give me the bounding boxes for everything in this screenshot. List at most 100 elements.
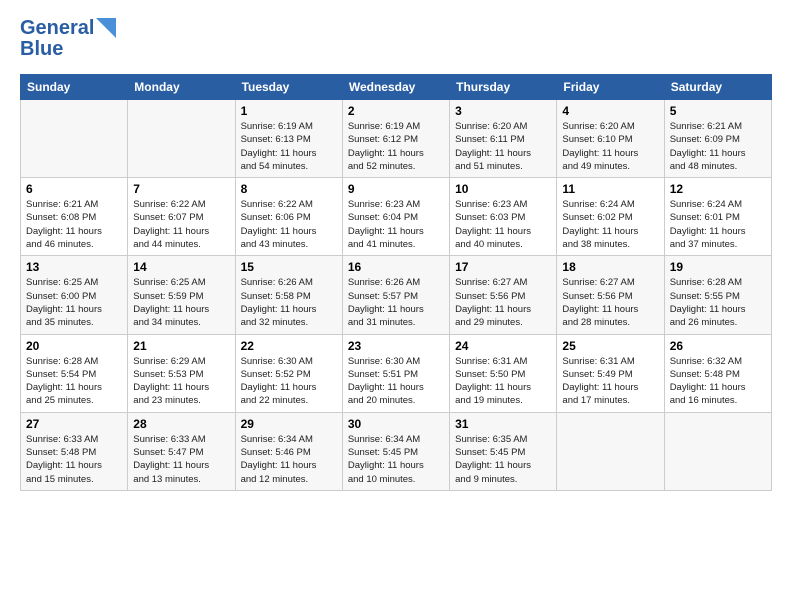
day-number: 29	[241, 417, 337, 431]
weekday-header-thursday: Thursday	[450, 75, 557, 100]
day-info: Sunrise: 6:35 AM Sunset: 5:45 PM Dayligh…	[455, 433, 551, 486]
day-info: Sunrise: 6:34 AM Sunset: 5:46 PM Dayligh…	[241, 433, 337, 486]
day-number: 3	[455, 104, 551, 118]
logo-arrow-icon	[96, 18, 116, 43]
day-number: 1	[241, 104, 337, 118]
calendar-cell: 14Sunrise: 6:25 AM Sunset: 5:59 PM Dayli…	[128, 256, 235, 334]
calendar-cell: 19Sunrise: 6:28 AM Sunset: 5:55 PM Dayli…	[664, 256, 771, 334]
day-info: Sunrise: 6:25 AM Sunset: 6:00 PM Dayligh…	[26, 276, 122, 329]
calendar-cell: 23 Sunrise: 6:30 AM Sunset: 5:51 PM Dayli…	[342, 334, 449, 412]
calendar-cell: 3 Sunrise: 6:20 AM Sunset: 6:11 PM Daylig…	[450, 100, 557, 178]
day-number: 20	[26, 339, 122, 353]
page: General Blue SundayMondayTuesdayWednesda…	[0, 0, 792, 612]
day-info: Sunrise: 6:19 AM Sunset: 6:12 PM Dayligh…	[348, 120, 444, 173]
calendar-cell: 18 Sunrise: 6:27 AM Sunset: 5:56 PM Dayli…	[557, 256, 664, 334]
day-info: Sunrise: 6:19 AM Sunset: 6:13 PM Dayligh…	[241, 120, 337, 173]
calendar-cell: 7Sunrise: 6:22 AM Sunset: 6:07 PM Daylig…	[128, 178, 235, 256]
day-number: 10	[455, 182, 551, 196]
day-number: 28	[133, 417, 229, 431]
day-info: Sunrise: 6:34 AM Sunset: 5:45 PM Dayligh…	[348, 433, 444, 486]
calendar-week-1: 1 Sunrise: 6:19 AM Sunset: 6:13 PM Daylig…	[21, 100, 772, 178]
day-info: Sunrise: 6:23 AM Sunset: 6:03 PM Dayligh…	[455, 198, 551, 251]
calendar-cell: 22 Sunrise: 6:30 AM Sunset: 5:52 PM Dayli…	[235, 334, 342, 412]
calendar-cell: 28 Sunrise: 6:33 AM Sunset: 5:47 PM Dayli…	[128, 412, 235, 490]
calendar-week-4: 20 Sunrise: 6:28 AM Sunset: 5:54 PM Dayli…	[21, 334, 772, 412]
logo: General Blue	[20, 18, 116, 60]
day-number: 4	[562, 104, 658, 118]
day-info: Sunrise: 6:21 AM Sunset: 6:08 PM Dayligh…	[26, 198, 122, 251]
weekday-header-friday: Friday	[557, 75, 664, 100]
weekday-header-monday: Monday	[128, 75, 235, 100]
calendar-cell: 6 Sunrise: 6:21 AM Sunset: 6:08 PM Daylig…	[21, 178, 128, 256]
day-info: Sunrise: 6:32 AM Sunset: 5:48 PM Dayligh…	[670, 355, 766, 408]
day-number: 22	[241, 339, 337, 353]
calendar-cell: 31 Sunrise: 6:35 AM Sunset: 5:45 PM Dayli…	[450, 412, 557, 490]
day-info: Sunrise: 6:33 AM Sunset: 5:48 PM Dayligh…	[26, 433, 122, 486]
weekday-header-row: SundayMondayTuesdayWednesdayThursdayFrid…	[21, 75, 772, 100]
weekday-header-saturday: Saturday	[664, 75, 771, 100]
day-number: 31	[455, 417, 551, 431]
day-info: Sunrise: 6:24 AM Sunset: 6:02 PM Dayligh…	[562, 198, 658, 251]
calendar-cell: 30 Sunrise: 6:34 AM Sunset: 5:45 PM Dayli…	[342, 412, 449, 490]
day-info: Sunrise: 6:30 AM Sunset: 5:51 PM Dayligh…	[348, 355, 444, 408]
day-number: 26	[670, 339, 766, 353]
day-number: 27	[26, 417, 122, 431]
calendar-cell: 17 Sunrise: 6:27 AM Sunset: 5:56 PM Dayli…	[450, 256, 557, 334]
day-info: Sunrise: 6:24 AM Sunset: 6:01 PM Dayligh…	[670, 198, 766, 251]
weekday-header-tuesday: Tuesday	[235, 75, 342, 100]
weekday-header-sunday: Sunday	[21, 75, 128, 100]
calendar-cell: 13 Sunrise: 6:25 AM Sunset: 6:00 PM Dayli…	[21, 256, 128, 334]
calendar-cell: 27 Sunrise: 6:33 AM Sunset: 5:48 PM Dayli…	[21, 412, 128, 490]
calendar-table: SundayMondayTuesdayWednesdayThursdayFrid…	[20, 74, 772, 491]
day-info: Sunrise: 6:28 AM Sunset: 5:54 PM Dayligh…	[26, 355, 122, 408]
day-number: 6	[26, 182, 122, 196]
calendar-cell: 4 Sunrise: 6:20 AM Sunset: 6:10 PM Daylig…	[557, 100, 664, 178]
calendar-cell: 25Sunrise: 6:31 AM Sunset: 5:49 PM Dayli…	[557, 334, 664, 412]
day-number: 23	[348, 339, 444, 353]
day-info: Sunrise: 6:26 AM Sunset: 5:57 PM Dayligh…	[348, 276, 444, 329]
day-info: Sunrise: 6:27 AM Sunset: 5:56 PM Dayligh…	[562, 276, 658, 329]
day-info: Sunrise: 6:22 AM Sunset: 6:07 PM Dayligh…	[133, 198, 229, 251]
day-info: Sunrise: 6:31 AM Sunset: 5:50 PM Dayligh…	[455, 355, 551, 408]
day-info: Sunrise: 6:20 AM Sunset: 6:10 PM Dayligh…	[562, 120, 658, 173]
day-number: 21	[133, 339, 229, 353]
calendar-cell	[21, 100, 128, 178]
calendar-cell: 2Sunrise: 6:19 AM Sunset: 6:12 PM Daylig…	[342, 100, 449, 178]
weekday-header-wednesday: Wednesday	[342, 75, 449, 100]
day-number: 15	[241, 260, 337, 274]
day-number: 9	[348, 182, 444, 196]
day-number: 16	[348, 260, 444, 274]
calendar-cell: 26 Sunrise: 6:32 AM Sunset: 5:48 PM Dayli…	[664, 334, 771, 412]
day-number: 17	[455, 260, 551, 274]
day-info: Sunrise: 6:22 AM Sunset: 6:06 PM Dayligh…	[241, 198, 337, 251]
day-number: 14	[133, 260, 229, 274]
calendar-cell	[557, 412, 664, 490]
calendar-cell: 24Sunrise: 6:31 AM Sunset: 5:50 PM Dayli…	[450, 334, 557, 412]
day-number: 5	[670, 104, 766, 118]
calendar-cell: 8 Sunrise: 6:22 AM Sunset: 6:06 PM Daylig…	[235, 178, 342, 256]
day-info: Sunrise: 6:33 AM Sunset: 5:47 PM Dayligh…	[133, 433, 229, 486]
calendar-cell: 15Sunrise: 6:26 AM Sunset: 5:58 PM Dayli…	[235, 256, 342, 334]
calendar-cell: 29 Sunrise: 6:34 AM Sunset: 5:46 PM Dayli…	[235, 412, 342, 490]
calendar-cell	[664, 412, 771, 490]
day-number: 13	[26, 260, 122, 274]
calendar-cell: 20 Sunrise: 6:28 AM Sunset: 5:54 PM Dayli…	[21, 334, 128, 412]
calendar-week-2: 6 Sunrise: 6:21 AM Sunset: 6:08 PM Daylig…	[21, 178, 772, 256]
day-info: Sunrise: 6:20 AM Sunset: 6:11 PM Dayligh…	[455, 120, 551, 173]
day-info: Sunrise: 6:23 AM Sunset: 6:04 PM Dayligh…	[348, 198, 444, 251]
calendar-cell: 12 Sunrise: 6:24 AM Sunset: 6:01 PM Dayli…	[664, 178, 771, 256]
day-info: Sunrise: 6:29 AM Sunset: 5:53 PM Dayligh…	[133, 355, 229, 408]
calendar-cell: 11Sunrise: 6:24 AM Sunset: 6:02 PM Dayli…	[557, 178, 664, 256]
day-number: 8	[241, 182, 337, 196]
day-number: 19	[670, 260, 766, 274]
day-number: 30	[348, 417, 444, 431]
day-info: Sunrise: 6:27 AM Sunset: 5:56 PM Dayligh…	[455, 276, 551, 329]
day-info: Sunrise: 6:30 AM Sunset: 5:52 PM Dayligh…	[241, 355, 337, 408]
calendar-week-5: 27 Sunrise: 6:33 AM Sunset: 5:48 PM Dayli…	[21, 412, 772, 490]
calendar-cell	[128, 100, 235, 178]
day-info: Sunrise: 6:21 AM Sunset: 6:09 PM Dayligh…	[670, 120, 766, 173]
day-number: 18	[562, 260, 658, 274]
logo-line1: General	[20, 18, 94, 39]
calendar-week-3: 13 Sunrise: 6:25 AM Sunset: 6:00 PM Dayli…	[21, 256, 772, 334]
day-number: 12	[670, 182, 766, 196]
